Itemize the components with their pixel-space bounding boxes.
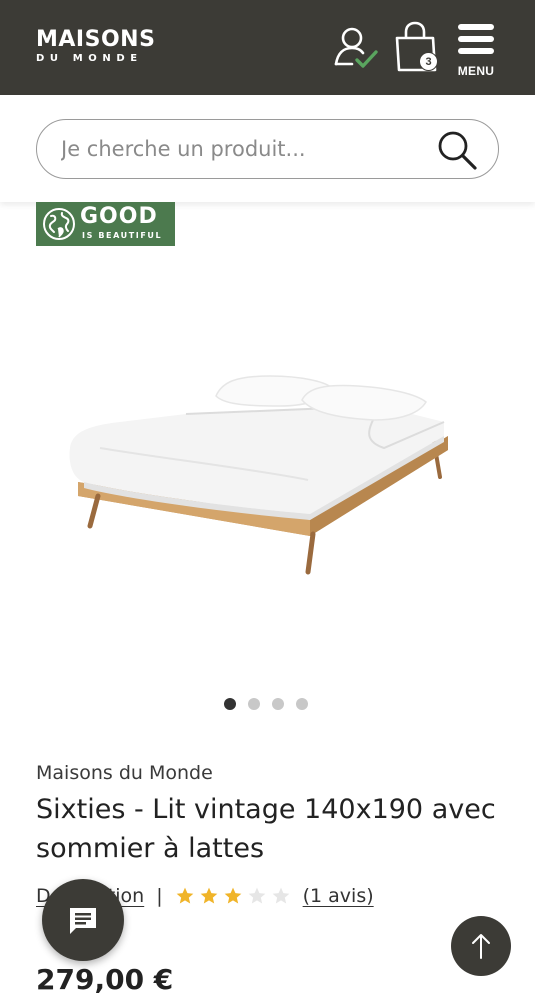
carousel-dot[interactable] [248, 698, 260, 710]
hamburger-icon [458, 24, 494, 54]
arrow-up-icon [472, 934, 490, 959]
chat-bubble-icon [70, 908, 96, 934]
good-is-beautiful-badge: GOOD IS BEAUTIFUL [36, 202, 175, 246]
search-bar [0, 95, 535, 202]
separator: | [156, 885, 163, 907]
site-logo[interactable]: MAISONS DU MONDE [36, 28, 155, 65]
user-check-icon [334, 27, 378, 68]
menu-button[interactable]: MENU [454, 24, 498, 80]
badge-title: GOOD [80, 204, 158, 229]
globe-icon [43, 208, 75, 240]
product-brand[interactable]: Maisons du Monde [36, 762, 213, 784]
star-empty-icon [272, 887, 289, 904]
bed-product-image[interactable] [40, 330, 480, 600]
star-filled-icon [200, 887, 217, 904]
carousel-dot[interactable] [296, 698, 308, 710]
product-title: Sixties - Lit vintage 140x190 avec sommi… [36, 794, 496, 864]
badge-subtitle: IS BEAUTIFUL [82, 231, 163, 240]
star-empty-icon [248, 887, 265, 904]
star-filled-icon [176, 887, 193, 904]
rating-stars [175, 886, 291, 906]
reviews-link[interactable]: (1 avis) [303, 885, 374, 907]
chat-button[interactable] [42, 879, 124, 961]
cart-button[interactable]: 3 [393, 20, 443, 76]
search-icon[interactable] [436, 129, 478, 171]
site-header: MAISONS DU MONDE 3 MENU [0, 0, 535, 95]
carousel-dot[interactable] [272, 698, 284, 710]
carousel-dots [224, 698, 308, 710]
search-input[interactable] [36, 119, 499, 179]
menu-label: MENU [457, 64, 495, 78]
cart-count-badge: 3 [419, 52, 438, 71]
scroll-to-top-button[interactable] [451, 916, 511, 976]
logo-sub-text: DU MONDE [36, 53, 143, 64]
star-filled-icon [224, 887, 241, 904]
account-button[interactable] [332, 24, 380, 72]
logo-main-text: MAISONS [36, 27, 156, 52]
product-price: 279,00 € [36, 963, 174, 996]
carousel-dot[interactable] [224, 698, 236, 710]
